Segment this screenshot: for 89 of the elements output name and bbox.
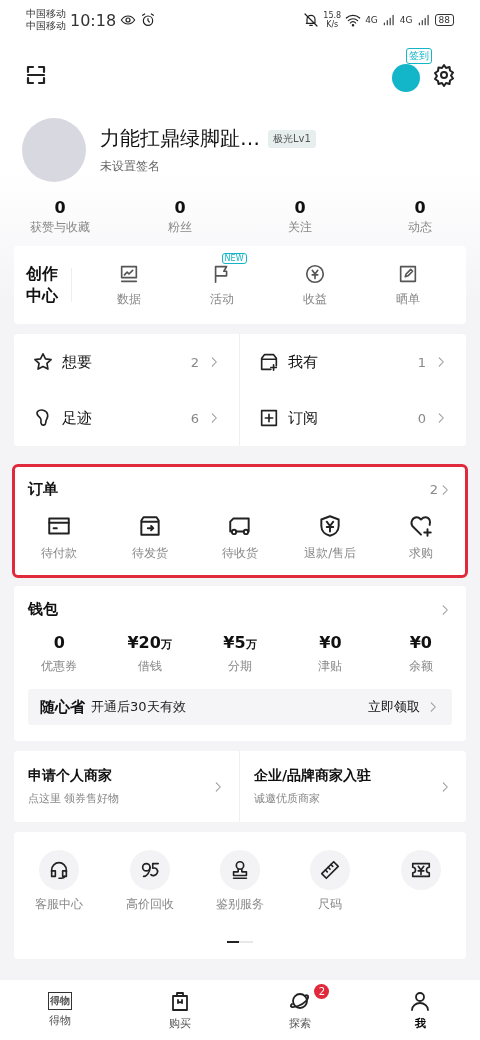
nav-tab[interactable]: 我 (360, 980, 480, 1040)
section-title[interactable]: 钱包 (28, 600, 438, 619)
merchant-subtitle: 诚邀优质商家 (254, 791, 321, 806)
stat-value[interactable]: 0 (174, 198, 186, 217)
service-button[interactable] (39, 850, 80, 890)
network-label: 4G (399, 15, 413, 25)
bell-off-icon (303, 12, 320, 28)
wallet-value[interactable]: ¥5万 (223, 633, 257, 652)
eye-icon (120, 12, 137, 28)
shortcut-label[interactable]: 想要 (62, 352, 183, 372)
order-status-label[interactable]: 求购 (408, 545, 433, 562)
level-badge: 极光Lv1 (268, 129, 316, 148)
stat-value[interactable]: 0 (414, 198, 426, 217)
stat-label[interactable]: 关注 (288, 219, 312, 236)
merchant-subtitle: 点这里 领券售好物 (28, 791, 121, 806)
merchant-title[interactable]: 申请个人商家 (28, 767, 211, 785)
star-icon (32, 351, 54, 373)
creator-item-label[interactable]: 活动 (209, 290, 234, 308)
carrier-label: 中国移动 (26, 8, 66, 20)
battery-indicator: 88 (434, 14, 454, 26)
shortcut-count: 2 (190, 354, 199, 370)
order-status-label[interactable]: 待发货 (131, 545, 168, 562)
wallet-value[interactable]: ¥20万 (127, 633, 172, 652)
heart-plus-icon (407, 513, 434, 539)
promo-text: 开通后30天有效 (91, 698, 187, 716)
user-name: 力能扛鼎绿脚趾… (100, 125, 260, 152)
signal-icon (381, 13, 396, 27)
person-icon (408, 989, 432, 1013)
nav-tab[interactable]: 得物 得物 (0, 980, 120, 1040)
creator-item-label[interactable]: 晒单 (395, 290, 420, 308)
service-button[interactable] (129, 850, 170, 890)
wallet-label[interactable]: 借钱 (137, 658, 162, 675)
orders-count: 2 (429, 482, 438, 497)
wifi-icon (345, 12, 362, 28)
carrier-label: 中国移动 (26, 20, 66, 32)
service-label[interactable]: 尺码 (318, 896, 343, 913)
wallet-value[interactable]: 0 (53, 633, 65, 652)
merchant-title[interactable]: 企业/品牌商家入驻 (254, 767, 438, 785)
creator-item-label[interactable]: 收益 (302, 290, 327, 308)
box-icon (258, 351, 280, 373)
wallet-label[interactable]: 余额 (408, 658, 433, 675)
new-badge: NEW (221, 252, 247, 264)
signal-icon (416, 13, 431, 27)
creator-title[interactable]: 创作中心 (26, 263, 62, 307)
service-button[interactable] (400, 850, 441, 890)
speed-unit: K/s (326, 20, 339, 29)
signature-text: 未设置签名 (100, 158, 161, 175)
notification-badge: 2 (314, 984, 330, 999)
order-status-label[interactable]: 待收货 (222, 545, 258, 562)
order-status-label[interactable]: 待付款 (41, 545, 78, 562)
stat-value[interactable]: 0 (294, 198, 306, 217)
clock: 10:18 (70, 10, 117, 30)
shortcut-label[interactable]: 订阅 (288, 408, 410, 428)
stat-label[interactable]: 获赞与收藏 (30, 219, 90, 236)
shortcut-label[interactable]: 足迹 (62, 408, 183, 428)
shortcut-count: 6 (190, 410, 199, 426)
section-title[interactable]: 订单 (28, 480, 430, 499)
yuan-coin-icon (303, 262, 326, 285)
shortcut-count: 1 (417, 354, 426, 370)
shortcut-count: 0 (417, 410, 426, 426)
promo-action[interactable]: 立即领取 (368, 698, 420, 716)
stat-label[interactable]: 动态 (408, 219, 432, 236)
service-label[interactable]: 鉴别服务 (216, 896, 264, 913)
order-status-label[interactable]: 退款/售后 (304, 545, 357, 562)
creator-item-label[interactable]: 数据 (116, 290, 141, 308)
promo-brand: 随心省 (40, 697, 85, 717)
wallet-label[interactable]: 津贴 (318, 658, 343, 675)
service-button[interactable] (220, 850, 260, 890)
service-label[interactable]: 高价回收 (125, 896, 174, 913)
settings-icon (432, 63, 456, 87)
speed-value: 15.8 (323, 11, 342, 20)
service-label[interactable]: 客服中心 (35, 896, 84, 913)
plus-square-icon (258, 407, 280, 429)
network-label: 4G (365, 15, 378, 25)
shortcut-label[interactable]: 我有 (288, 352, 410, 372)
ruler-icon (319, 859, 342, 881)
wallet-label[interactable]: 优惠券 (41, 658, 78, 675)
service-button[interactable] (310, 850, 351, 890)
promo-banner[interactable]: 随心省 开通后30天有效 立即领取 (28, 689, 452, 725)
scan-icon (24, 63, 48, 87)
alarm-icon (140, 12, 157, 28)
wallet-label[interactable]: 分期 (228, 658, 252, 675)
stat-value[interactable]: 0 (54, 198, 66, 217)
app-logo: 得物 (48, 992, 72, 1010)
wallet-value[interactable]: ¥0 (409, 633, 432, 652)
nav-tab[interactable]: 购买 (120, 980, 240, 1040)
stat-label[interactable]: 粉丝 (168, 219, 192, 236)
nav-tab[interactable]: 2 探索 (240, 980, 360, 1040)
wallet-value[interactable]: ¥0 (319, 633, 342, 652)
